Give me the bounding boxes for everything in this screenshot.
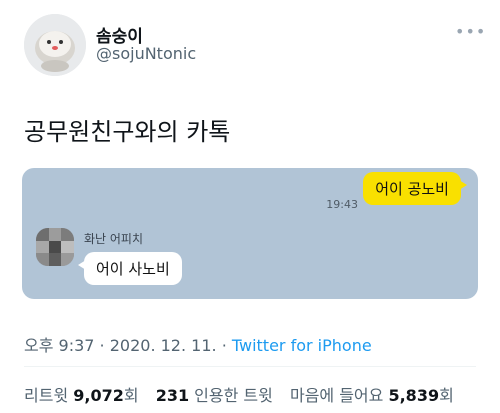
likes-count: 5,839 (388, 386, 440, 405)
meta-separator: · (216, 336, 232, 355)
more-options-icon[interactable]: ••• (455, 22, 486, 41)
retweets-label: 리트윗 (24, 386, 74, 405)
retweets-stat[interactable]: 리트윗 9,072회 (24, 386, 139, 405)
tweet-stats: 리트윗 9,072회 231 인용한 트윗 마음에 들어요 5,839회 (24, 382, 466, 406)
retweets-unit: 회 (123, 386, 139, 405)
profile-avatar[interactable] (24, 14, 86, 76)
likes-label: 마음에 들어요 (289, 386, 389, 405)
tweet-time[interactable]: 오후 9:37 (24, 336, 94, 355)
tweet-date[interactable]: 2020. 12. 11. (110, 336, 217, 355)
tweet-source-link[interactable]: Twitter for iPhone (232, 336, 372, 355)
friend-message-bubble: 어이 사노비 (78, 252, 182, 285)
tweet-metadata: 오후 9:37 · 2020. 12. 11. · Twitter for iP… (24, 332, 372, 356)
tweet-image-chat[interactable]: 어이 공노비 19:43 화난 어피치 어이 사노비 (22, 168, 478, 299)
tweet-text: 공무원친구와의 카톡 (24, 118, 231, 146)
meta-separator: · (94, 336, 110, 355)
quotes-stat[interactable]: 231 인용한 트윗 (156, 386, 273, 405)
pixelated-avatar-image (36, 228, 74, 266)
likes-stat[interactable]: 마음에 들어요 5,839회 (290, 386, 454, 405)
avatar-character-image (24, 14, 86, 76)
friend-avatar (36, 228, 74, 266)
quotes-label: 인용한 트윗 (189, 386, 273, 405)
retweets-count: 9,072 (73, 386, 124, 405)
my-message-time: 19:43 (326, 198, 358, 211)
divider (24, 366, 476, 367)
likes-unit: 회 (439, 386, 454, 405)
friend-name: 화난 어피치 (84, 232, 144, 246)
my-message-bubble: 어이 공노비 (363, 172, 467, 205)
user-handle[interactable]: @sojuNtonic (96, 44, 196, 63)
quotes-count: 231 (155, 386, 190, 405)
